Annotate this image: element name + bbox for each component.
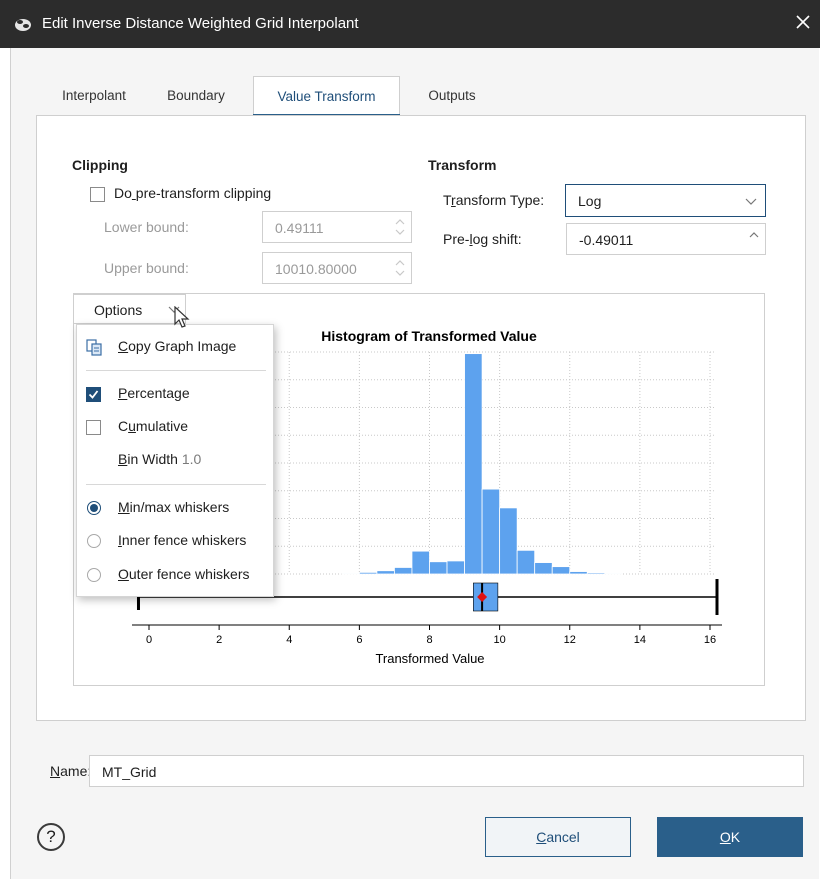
chevron-down-icon: [745, 198, 757, 205]
tab-value-transform[interactable]: Value Transform: [253, 76, 400, 117]
lower-bound-label: Lower bound:: [104, 219, 189, 235]
min-max-whiskers-radio[interactable]: [87, 501, 101, 515]
histogram-bar: [586, 572, 606, 575]
histogram-bar: [551, 566, 571, 575]
x-tick-label: 12: [564, 634, 576, 646]
bin-width-item[interactable]: Bin Width 1.0: [77, 445, 275, 475]
upper-bound-field[interactable]: 10010.80000: [262, 252, 412, 284]
inner-fence-whiskers-item[interactable]: Inner fence whiskers: [77, 526, 275, 556]
checkmark-icon: [88, 390, 99, 399]
title-bar: Edit Inverse Distance Weighted Grid Inte…: [0, 0, 820, 48]
bin-width-value: 1.0: [181, 451, 202, 467]
options-menu: Copy Graph Image Percentage Cumulative B…: [76, 324, 274, 597]
x-tick-label: 2: [216, 634, 222, 646]
close-icon[interactable]: [792, 11, 814, 33]
window-title: Edit Inverse Distance Weighted Grid Inte…: [42, 15, 359, 32]
histogram-bar: [394, 567, 413, 575]
histogram-bar: [534, 562, 553, 575]
transform-title: Transform: [428, 157, 497, 173]
percentage-checkbox[interactable]: [86, 387, 101, 402]
help-button[interactable]: ?: [37, 823, 65, 851]
histogram-bar: [569, 571, 588, 575]
name-field[interactable]: MT_Grid: [89, 755, 804, 787]
outer-fence-whiskers-radio[interactable]: [87, 568, 101, 582]
options-dropdown-button[interactable]: Options: [73, 294, 186, 324]
histogram-bar: [341, 572, 360, 575]
copy-icon: [86, 339, 102, 356]
percentage-item[interactable]: Percentage: [77, 379, 275, 409]
tab-outputs[interactable]: Outputs: [412, 76, 492, 116]
pre-log-shift-label: Pre-log shift:: [443, 231, 522, 247]
lower-bound-field[interactable]: 0.49111: [262, 211, 412, 243]
pre-transform-clipping-label: Do pre-transform clipping: [114, 185, 272, 201]
histogram-bar: [499, 507, 518, 575]
x-tick-label: 16: [704, 634, 716, 646]
menu-separator: [86, 484, 266, 485]
x-tick-label: 14: [634, 634, 646, 646]
inner-fence-whiskers-radio[interactable]: [87, 534, 101, 548]
cancel-button[interactable]: Cancel: [485, 817, 631, 857]
spinner-arrows-icon: [395, 219, 405, 235]
upper-bound-label: Upper bound:: [104, 260, 189, 276]
min-max-whiskers-item[interactable]: Min/max whiskers: [77, 493, 275, 523]
histogram-bar: [411, 550, 430, 575]
chart-title: Histogram of Transformed Value: [321, 328, 537, 344]
spinner-arrows-icon: [395, 260, 405, 276]
x-tick-label: 8: [426, 634, 432, 646]
histogram-bar: [604, 572, 623, 575]
x-tick-label: 0: [146, 634, 152, 646]
histogram-bar: [464, 353, 483, 575]
menu-separator: [86, 370, 266, 371]
cumulative-checkbox[interactable]: [86, 420, 101, 435]
histogram-bar: [446, 560, 465, 575]
app-icon: [15, 19, 31, 31]
x-tick-label: 6: [356, 634, 362, 646]
tab-boundary[interactable]: Boundary: [146, 76, 246, 116]
x-tick-label: 4: [286, 634, 292, 646]
copy-graph-image-item[interactable]: Copy Graph Image: [77, 332, 275, 362]
pre-transform-clipping-checkbox[interactable]: [90, 187, 105, 202]
pre-log-shift-field[interactable]: -0.49011: [566, 223, 766, 255]
histogram-bar: [429, 561, 448, 575]
spinner-arrows-icon[interactable]: [747, 228, 761, 250]
transform-type-select[interactable]: Log: [565, 184, 766, 217]
histogram-bar: [376, 570, 395, 575]
histogram-bar: [481, 488, 501, 575]
clipping-title: Clipping: [72, 157, 128, 173]
x-axis-label: Transformed Value: [375, 651, 484, 666]
bin-width-label: Bin Width: [118, 451, 178, 467]
cumulative-item[interactable]: Cumulative: [77, 412, 275, 442]
name-label: Name:: [50, 763, 92, 779]
histogram-bar: [358, 571, 378, 575]
ok-button[interactable]: OK: [657, 817, 803, 857]
transform-type-label: Transform Type:: [443, 192, 545, 208]
x-tick-label: 10: [494, 634, 506, 646]
histogram-bar: [516, 549, 536, 575]
mouse-cursor-icon: [174, 306, 190, 328]
tab-interpolant[interactable]: Interpolant: [44, 76, 144, 116]
outer-fence-whiskers-item[interactable]: Outer fence whiskers: [77, 560, 275, 590]
